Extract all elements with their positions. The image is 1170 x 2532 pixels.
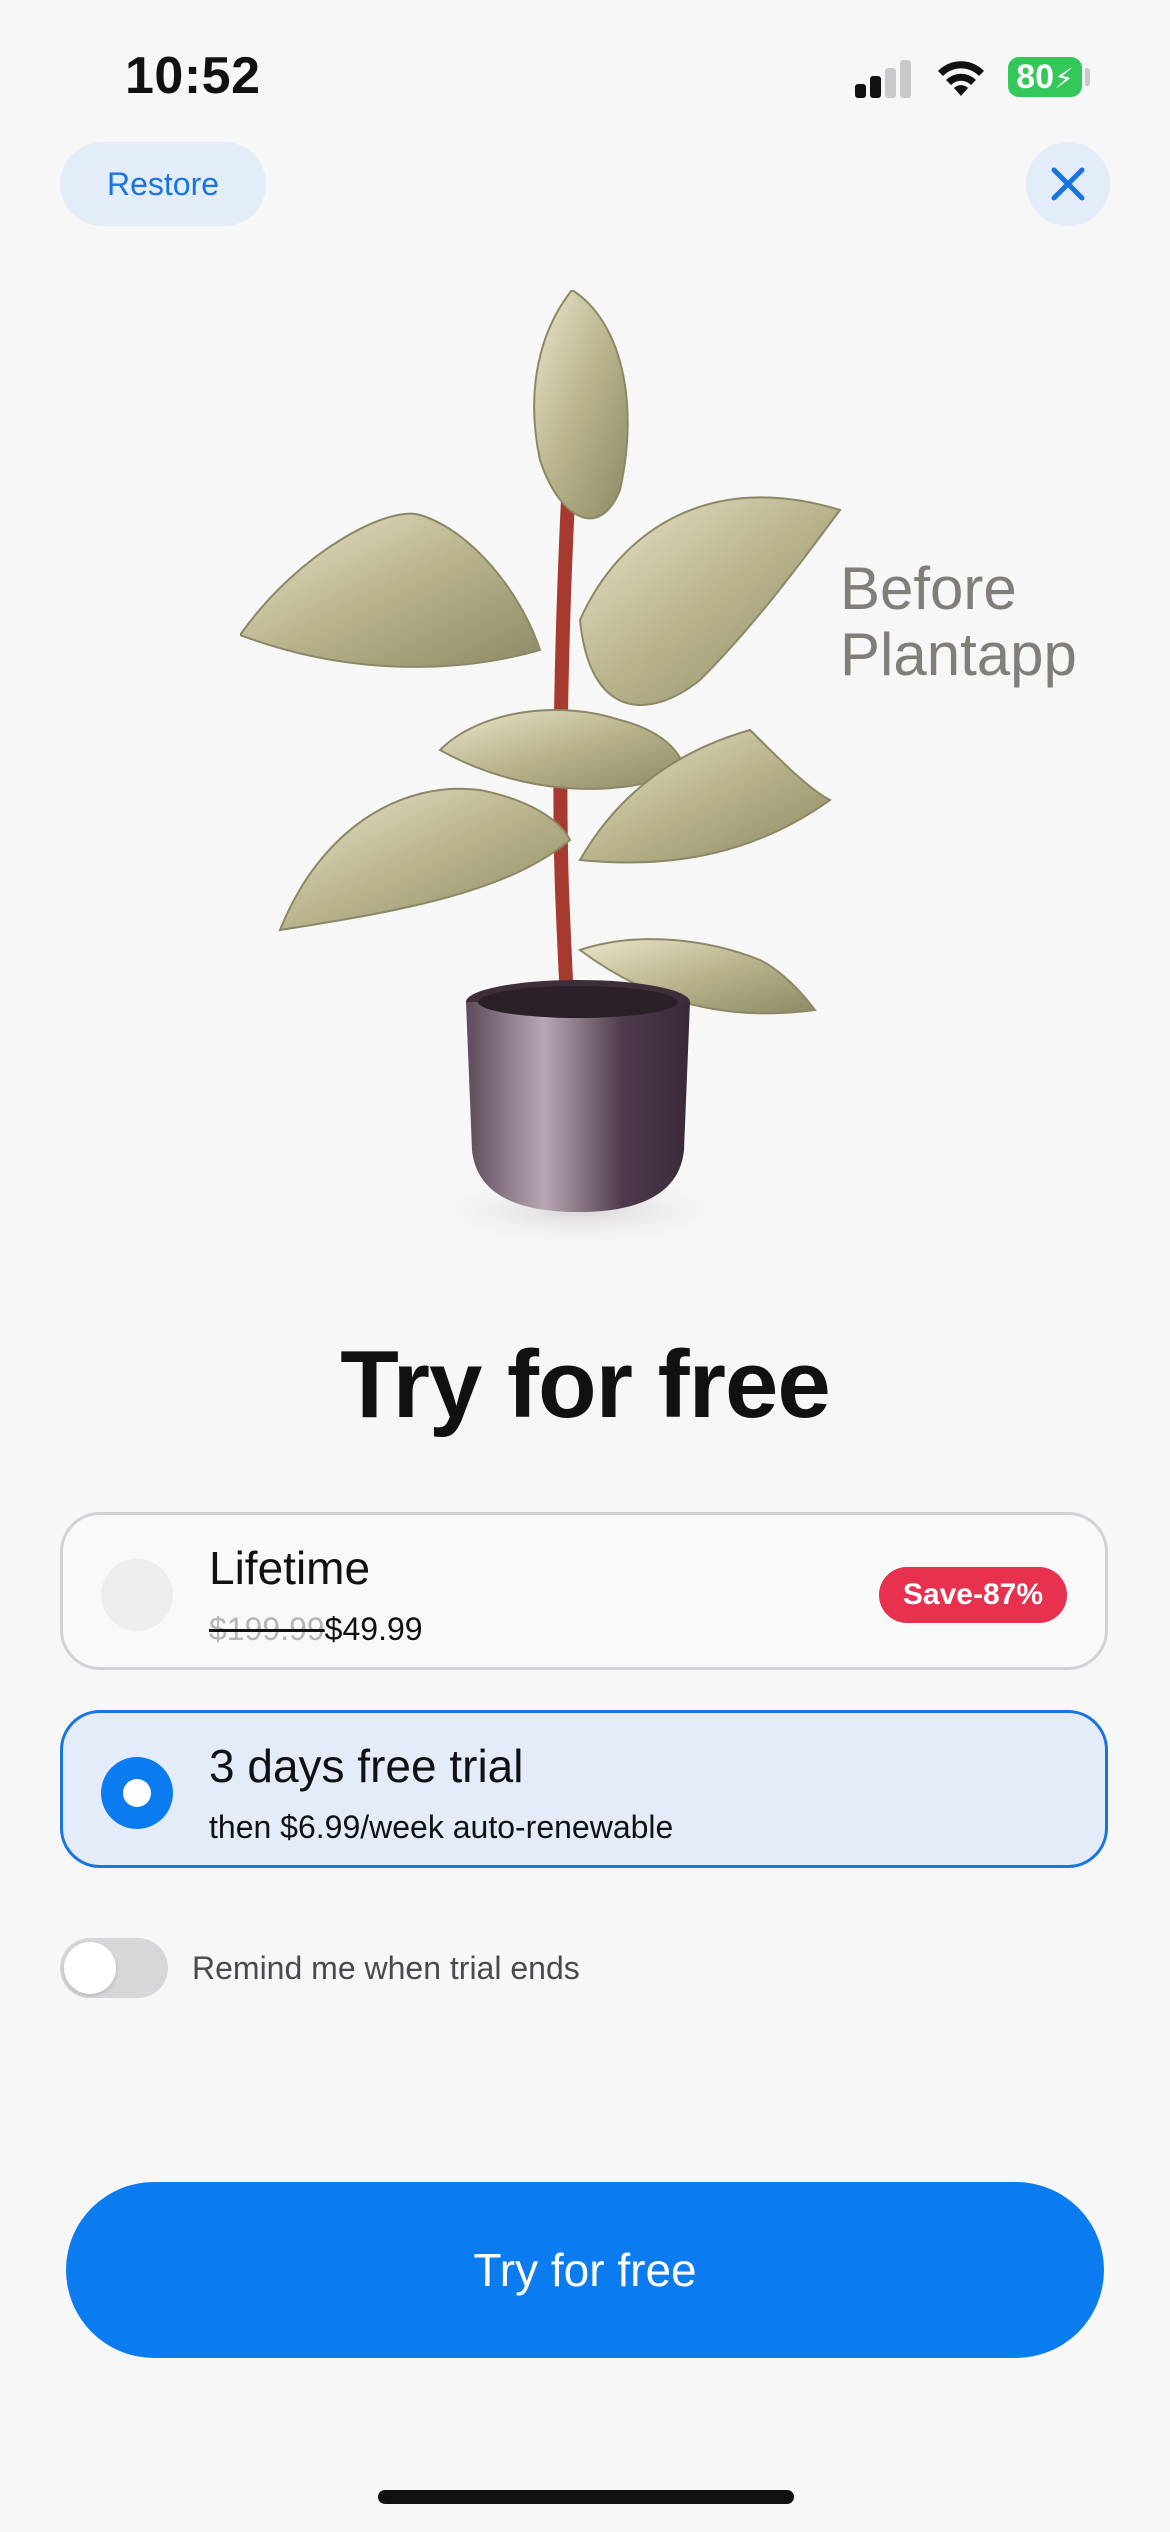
page-title: Try for free	[340, 1331, 831, 1438]
battery-level: 80	[1016, 58, 1055, 96]
remind-trial-label: Remind me when trial ends	[192, 1950, 580, 1986]
overlay-line-1: Before	[840, 555, 1017, 622]
close-icon	[1051, 167, 1085, 201]
original-price: $199.99	[209, 1611, 325, 1647]
plant-illustration	[240, 290, 842, 1250]
radio-button-unselected[interactable]	[101, 1559, 173, 1631]
overlay-line-2: Plantapp	[840, 621, 1077, 688]
battery-icon: 80⚡	[1008, 57, 1082, 97]
close-button[interactable]	[1026, 142, 1110, 226]
battery-cap	[1085, 68, 1090, 86]
cellular-signal-icon	[855, 58, 913, 98]
plan-title: Lifetime	[209, 1542, 371, 1594]
remind-trial-toggle[interactable]	[60, 1938, 168, 1998]
home-indicator	[378, 2490, 794, 2504]
status-bar: 10:52 80⚡	[0, 0, 1170, 150]
try-for-free-button[interactable]: Try for free	[66, 2182, 1104, 2358]
savings-badge: Save-87%	[878, 1567, 1067, 1623]
plan-option-trial[interactable]: 3 days free trial then $6.99/week auto-r…	[60, 1710, 1108, 1868]
charging-bolt-icon: ⚡	[1054, 63, 1074, 94]
current-price: $49.99	[324, 1611, 423, 1647]
before-plantapp-label: Before Plantapp	[840, 556, 1077, 688]
wifi-icon	[938, 61, 984, 96]
restore-button[interactable]: Restore	[60, 142, 266, 226]
status-time: 10:52	[125, 47, 261, 105]
plan-price: $199.99$49.99	[209, 1611, 423, 1648]
plan-title: 3 days free trial	[209, 1740, 524, 1792]
radio-button-selected[interactable]	[101, 1757, 173, 1829]
plan-subtitle: then $6.99/week auto-renewable	[209, 1809, 674, 1845]
plan-option-lifetime[interactable]: Lifetime $199.99$49.99 Save-87%	[60, 1512, 1108, 1670]
